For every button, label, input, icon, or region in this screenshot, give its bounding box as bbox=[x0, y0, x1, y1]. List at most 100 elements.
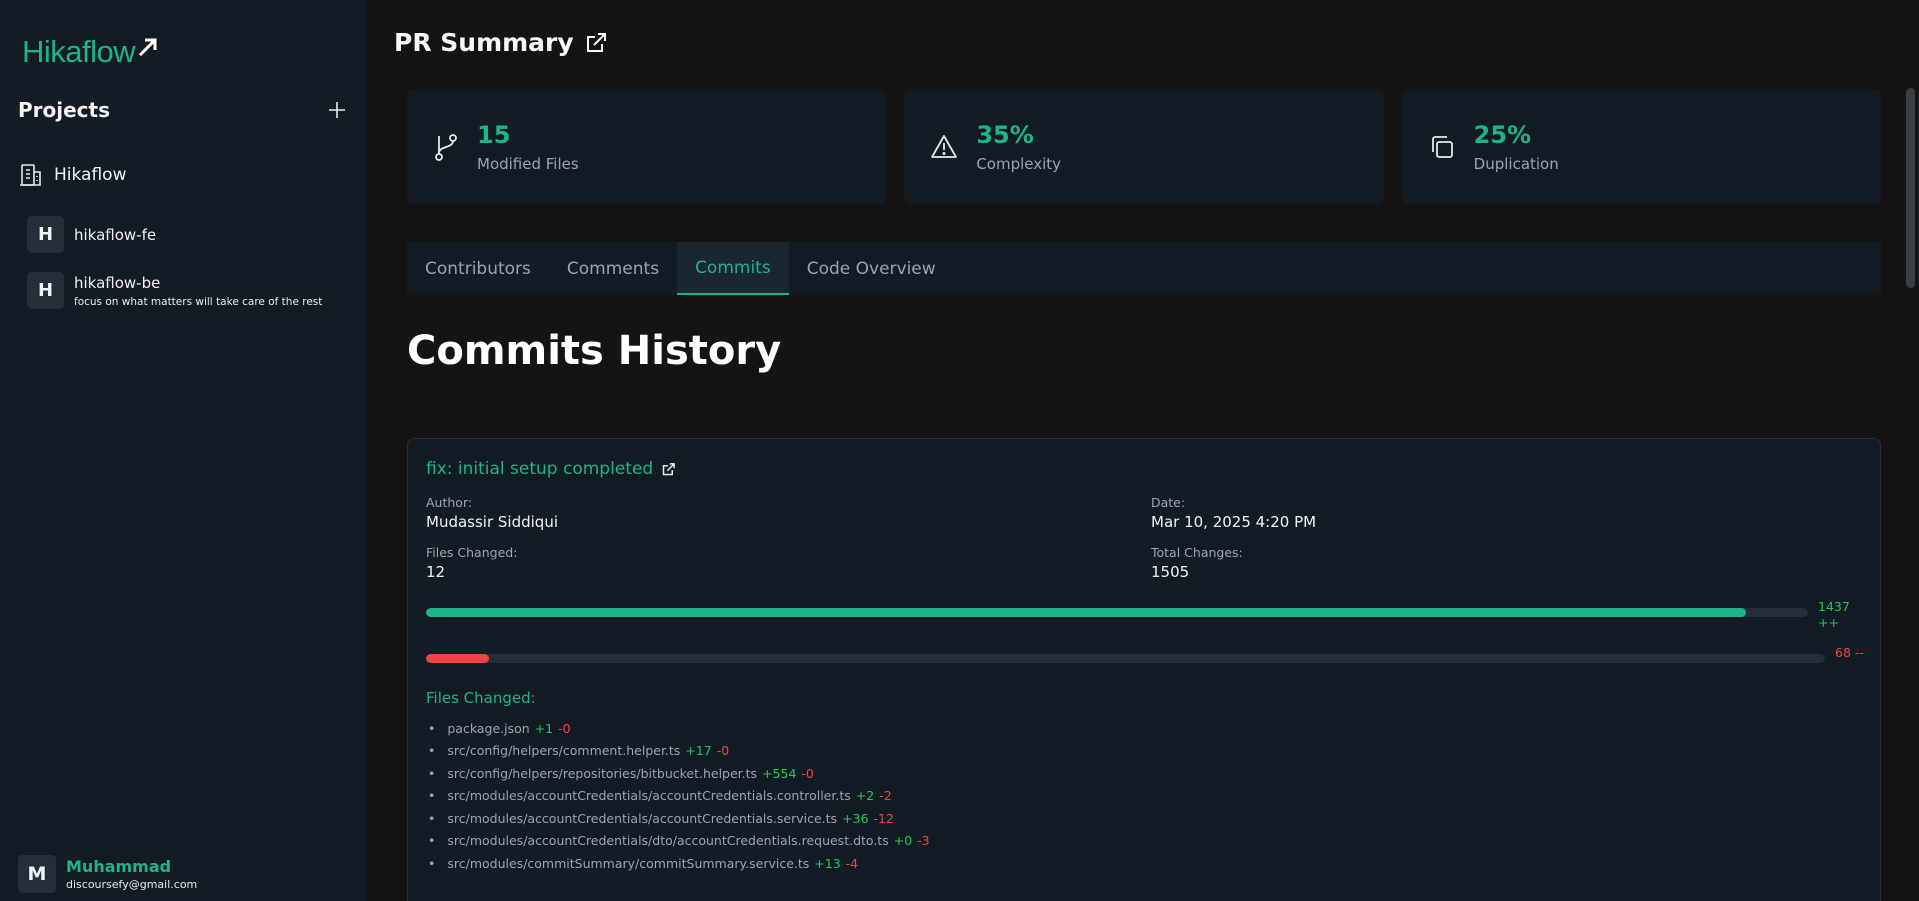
total-changes-value: 1505 bbox=[1151, 563, 1190, 581]
file-deletions: -12 bbox=[873, 810, 894, 826]
file-additions: +17 bbox=[685, 743, 712, 759]
file-deletions: -0 bbox=[801, 765, 814, 781]
stat-card-complexity: 35% Complexity bbox=[904, 89, 1384, 204]
app-root: Hikaflow Projects Hikaflow H hikaflow-fe… bbox=[0, 0, 1919, 901]
plus-icon bbox=[329, 102, 345, 118]
projects-title: Projects bbox=[18, 98, 111, 122]
list-item: src/modules/accountCredentials/dto/accou… bbox=[426, 830, 1862, 853]
file-additions: +0 bbox=[893, 833, 913, 849]
stat-label: Complexity bbox=[976, 154, 1062, 173]
date-label: Date: bbox=[1151, 495, 1186, 510]
file-additions: +1 bbox=[534, 720, 554, 736]
author-value: Mudassir Siddiqui bbox=[426, 513, 558, 531]
stat-card-modified-files: 15 Modified Files bbox=[407, 89, 887, 204]
stat-value: 15 bbox=[477, 120, 511, 149]
list-item: src/config/helpers/comment.helper.ts +17-… bbox=[426, 740, 1862, 763]
repo-description: focus on what matters will take care of … bbox=[74, 295, 323, 308]
files-changed-value: 12 bbox=[426, 563, 446, 581]
file-deletions: -2 bbox=[879, 788, 892, 804]
tab-comments[interactable]: Comments bbox=[549, 242, 677, 295]
file-path[interactable]: src/config/helpers/repositories/bitbucke… bbox=[447, 766, 757, 781]
files-changed-label: Files Changed: bbox=[426, 545, 518, 560]
file-path[interactable]: src/modules/accountCredentials/accountCr… bbox=[447, 788, 850, 803]
date-field: Date: Mar 10, 2025 4:20 PM bbox=[1151, 495, 1862, 531]
projects-header: Projects bbox=[18, 98, 349, 122]
list-item: package.json +1-0 bbox=[426, 717, 1862, 740]
additions-bar-fill bbox=[426, 608, 1746, 617]
add-project-button[interactable] bbox=[325, 98, 349, 122]
copy-icon bbox=[1431, 135, 1453, 158]
stat-card-duplication: 25% Duplication bbox=[1401, 89, 1881, 204]
git-branch-icon bbox=[435, 133, 457, 161]
list-item: src/modules/accountCredentials/accountCr… bbox=[426, 807, 1862, 830]
tab-contributors[interactable]: Contributors bbox=[407, 242, 549, 295]
author-label: Author: bbox=[426, 495, 473, 510]
tab-bar: Contributors Comments Commits Code Overv… bbox=[407, 242, 1881, 295]
commit-meta: Author: Mudassir Siddiqui Date: Mar 10, … bbox=[426, 495, 1862, 581]
logo-text: Hikaflow bbox=[22, 34, 136, 69]
workspace-item[interactable]: Hikaflow bbox=[18, 162, 126, 188]
stat-value: 25% bbox=[1473, 120, 1532, 149]
tab-commits[interactable]: Commits bbox=[677, 242, 789, 295]
file-deletions: -0 bbox=[716, 743, 730, 759]
file-path[interactable]: src/modules/accountCredentials/dto/accou… bbox=[447, 833, 888, 848]
file-additions: +13 bbox=[814, 855, 841, 871]
commit-title[interactable]: fix: initial setup completed bbox=[426, 459, 1862, 479]
file-deletions: -0 bbox=[558, 720, 571, 736]
main-content: PR Summary 15 Modified Files 35% Complex… bbox=[367, 0, 1919, 901]
commit-title-text: fix: initial setup completed bbox=[426, 459, 654, 479]
user-email: discoursefy@gmail.com bbox=[66, 878, 198, 891]
total-changes-field: Total Changes: 1505 bbox=[1151, 545, 1862, 581]
additions-count: 1437 ++ bbox=[1818, 599, 1850, 630]
list-item: src/config/helpers/repositories/bitbucke… bbox=[426, 762, 1862, 785]
stat-value: 35% bbox=[976, 120, 1034, 149]
total-changes-label: Total Changes: bbox=[1151, 545, 1243, 560]
external-link-icon[interactable] bbox=[661, 462, 676, 477]
files-changed-list: package.json+1-0src/config/helpers/comme… bbox=[426, 717, 1862, 875]
workspace-name: Hikaflow bbox=[54, 165, 127, 185]
logo-arrow-icon bbox=[139, 38, 157, 57]
deletions-bar-fill bbox=[426, 654, 489, 663]
page-title-text: PR Summary bbox=[394, 28, 574, 57]
stat-label: Modified Files bbox=[477, 154, 579, 173]
tab-code-overview[interactable]: Code Overview bbox=[789, 242, 954, 295]
page-title: PR Summary bbox=[394, 28, 608, 57]
deletions-bar-row: 68 -- bbox=[426, 645, 1864, 685]
file-path[interactable]: src/modules/commitSummary/commitSummary.… bbox=[447, 856, 809, 871]
repo-avatar: H bbox=[27, 272, 64, 309]
additions-bar-track bbox=[426, 608, 1808, 617]
repo-item-hikaflow-fe[interactable]: H hikaflow-fe bbox=[27, 216, 156, 253]
list-item: src/modules/commitSummary/commitSummary.… bbox=[426, 852, 1862, 875]
user-name: Muhammad bbox=[66, 857, 172, 876]
section-title: Commits History bbox=[407, 328, 782, 374]
file-additions: +2 bbox=[855, 788, 875, 804]
file-deletions: -3 bbox=[917, 833, 930, 849]
file-additions: +554 bbox=[762, 765, 797, 781]
file-deletions: -4 bbox=[845, 855, 859, 871]
stats-row: 15 Modified Files 35% Complexity 25% Dup… bbox=[407, 89, 1881, 204]
stat-label: Duplication bbox=[1473, 154, 1559, 173]
building-icon bbox=[20, 164, 41, 186]
repo-name: hikaflow-fe bbox=[74, 225, 157, 244]
file-path[interactable]: src/config/helpers/comment.helper.ts bbox=[447, 743, 680, 758]
author-field: Author: Mudassir Siddiqui bbox=[426, 495, 1151, 531]
repo-item-hikaflow-be[interactable]: H hikaflow-be focus on what matters will… bbox=[27, 272, 322, 309]
deletions-count: 68 -- bbox=[1835, 645, 1864, 660]
additions-bar-row: 1437 ++ bbox=[426, 599, 1862, 639]
file-path[interactable]: package.json bbox=[447, 721, 529, 736]
external-link-icon[interactable] bbox=[584, 31, 608, 55]
file-path[interactable]: src/modules/accountCredentials/accountCr… bbox=[447, 811, 837, 826]
date-value: Mar 10, 2025 4:20 PM bbox=[1151, 513, 1317, 531]
files-changed-title: Files Changed: bbox=[426, 689, 536, 707]
files-changed-field: Files Changed: 12 bbox=[426, 545, 1151, 581]
user-profile[interactable]: M Muhammad discoursefy@gmail.com bbox=[18, 855, 197, 893]
repo-name: hikaflow-be bbox=[74, 273, 161, 292]
deletions-bar-track bbox=[426, 654, 1825, 663]
warning-icon bbox=[931, 134, 958, 158]
commit-card: fix: initial setup completed Author: Mud… bbox=[407, 438, 1881, 901]
logo[interactable]: Hikaflow bbox=[22, 34, 159, 70]
repo-avatar: H bbox=[27, 216, 64, 253]
list-item: src/modules/accountCredentials/accountCr… bbox=[426, 785, 1862, 808]
sidebar: Hikaflow Projects Hikaflow H hikaflow-fe… bbox=[0, 0, 367, 901]
scrollbar-thumb[interactable] bbox=[1906, 88, 1915, 288]
